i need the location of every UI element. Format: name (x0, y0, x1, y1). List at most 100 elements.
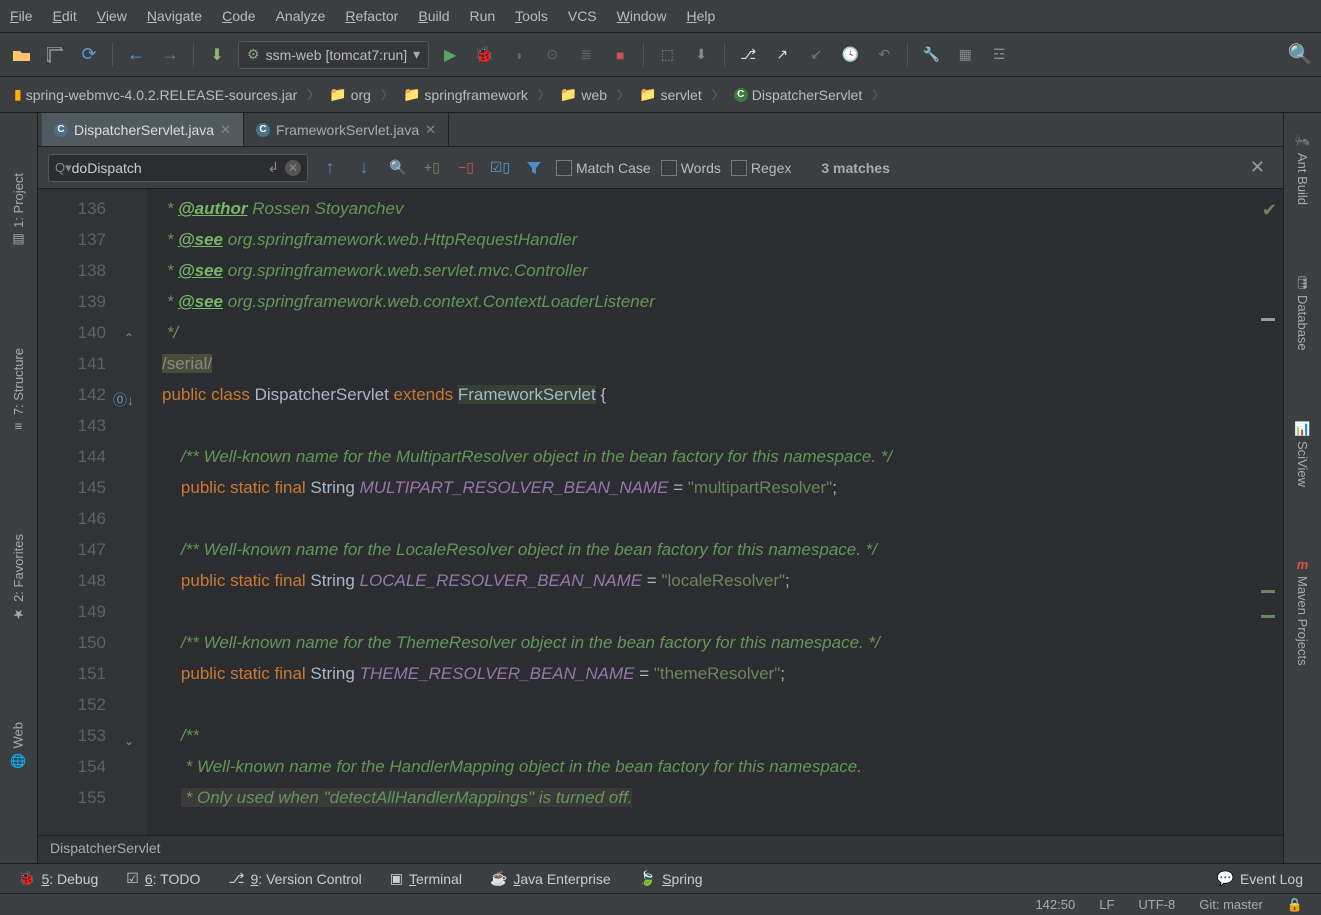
find-input-wrap[interactable]: Q▾ ↲ ✕ (48, 154, 308, 182)
error-stripe[interactable] (1261, 189, 1275, 835)
navigation-breadcrumb: ▮spring-webmvc-4.0.2.RELEASE-sources.jar… (0, 77, 1321, 113)
select-all-icon[interactable]: ☑▯ (488, 156, 512, 180)
find-all-icon[interactable]: 🔍 (386, 156, 410, 180)
words-checkbox[interactable]: Words (661, 160, 721, 176)
override-icon[interactable]: ⓪↓ (113, 385, 134, 416)
run-icon[interactable]: ▶ (437, 42, 463, 68)
menu-file[interactable]: File (10, 8, 33, 24)
next-match-icon[interactable]: ↓ (352, 156, 376, 180)
breadcrumb-bottom[interactable]: DispatcherServlet (38, 835, 1283, 863)
toolwindow-debug[interactable]: 🐞5: Debug (18, 870, 98, 887)
breadcrumb-item[interactable]: 📁web (554, 84, 613, 105)
prev-match-icon[interactable]: ↑ (318, 156, 342, 180)
menu-vcs[interactable]: VCS (568, 8, 597, 24)
forward-icon[interactable]: → (157, 42, 183, 68)
toolwindow-javaenterprise[interactable]: ☕Java Enterprise (490, 870, 611, 887)
sdk-icon[interactable]: ☲ (986, 42, 1012, 68)
menu-window[interactable]: Window (617, 8, 667, 24)
menu-view[interactable]: View (97, 8, 127, 24)
right-toolwindow-bar: 🐜 Ant Build 🛢 Database 📊 SciView m Maven Pr… (1283, 113, 1321, 863)
menu-bar: File Edit View Navigate Code Analyze Refactor B… (0, 0, 1321, 33)
caret-position[interactable]: 142:50 (1035, 897, 1075, 912)
menu-tools[interactable]: Tools (515, 8, 548, 24)
breadcrumb-item[interactable]: 📁servlet (633, 84, 708, 105)
toolwindow-versioncontrol[interactable]: ⎇9: Version Control (228, 870, 361, 887)
menu-build[interactable]: Build (418, 8, 449, 24)
toolwindow-sciview[interactable]: 📊 SciView (1294, 421, 1310, 487)
filter-icon[interactable] (522, 156, 546, 180)
toolwindow-project[interactable]: ▤ 1: Project (11, 173, 26, 248)
toolwindow-spring[interactable]: 🍃Spring (639, 870, 703, 887)
code-view[interactable]: 136137138139140⌃141142⓪↓1431441451461471… (38, 189, 1283, 835)
lock-icon[interactable]: 🔒 (1287, 897, 1303, 913)
stop-icon[interactable]: ■ (607, 42, 633, 68)
menu-navigate[interactable]: Navigate (147, 8, 202, 24)
search-icon: Q▾ (55, 160, 72, 176)
vcs-icon: ⎇ (228, 870, 244, 887)
close-find-icon[interactable]: ✕ (1242, 157, 1273, 178)
debug-icon[interactable]: 🐞 (471, 42, 497, 68)
vcs-commit-icon[interactable]: ⬇ (688, 42, 714, 68)
profile-icon[interactable]: ⊙ (539, 42, 565, 68)
vcs-push-icon[interactable]: ↗ (769, 42, 795, 68)
attach-icon[interactable]: ≣ (573, 42, 599, 68)
editor-tab[interactable]: CDispatcherServlet.java✕ (42, 113, 244, 146)
encoding[interactable]: UTF-8 (1138, 897, 1175, 912)
line-sep[interactable]: LF (1099, 897, 1114, 912)
open-icon[interactable] (8, 42, 34, 68)
breadcrumb-item[interactable]: CDispatcherServlet (728, 85, 869, 105)
fold-start-icon[interactable]: ⌄ (124, 726, 134, 757)
editor-tab[interactable]: CFrameworkServlet.java✕ (244, 113, 449, 146)
breadcrumb-item[interactable]: 📁org (323, 84, 377, 105)
match-case-checkbox[interactable]: Match Case (556, 160, 651, 176)
class-icon: C (734, 88, 748, 102)
close-tab-icon[interactable]: ✕ (220, 122, 231, 138)
toolwindow-web[interactable]: 🌐 Web (10, 722, 26, 769)
menu-code[interactable]: Code (222, 8, 255, 24)
toolwindow-antbuild[interactable]: 🐜 Ant Build (1294, 133, 1310, 205)
save-all-icon[interactable] (42, 42, 68, 68)
fold-end-icon[interactable]: ⌃ (124, 323, 134, 354)
vcs-pull-icon[interactable]: ↙ (803, 42, 829, 68)
menu-analyze[interactable]: Analyze (276, 8, 326, 24)
toolwindow-database[interactable]: 🛢 Database (1294, 275, 1311, 351)
menu-help[interactable]: Help (686, 8, 715, 24)
toolwindow-structure[interactable]: ≡ 7: Structure (11, 348, 26, 434)
event-log[interactable]: 💬Event Log (1217, 870, 1304, 887)
branch-icon[interactable]: ⎇ (735, 42, 761, 68)
add-selection-icon[interactable]: +▯ (420, 156, 444, 180)
revert-icon[interactable]: ↶ (871, 42, 897, 68)
back-icon[interactable]: ← (123, 42, 149, 68)
breadcrumb-item[interactable]: ▮spring-webmvc-4.0.2.RELEASE-sources.jar (8, 84, 303, 105)
sync-icon[interactable]: ⟳ (76, 42, 102, 68)
search-everywhere-icon[interactable]: 🔍 (1287, 42, 1313, 68)
todo-icon: ☑ (126, 870, 139, 887)
run-config-combo[interactable]: ⚙ ssm-web [tomcat7:run] ▾ (238, 41, 429, 69)
build-icon[interactable]: ⬇ (204, 42, 230, 68)
code-lines[interactable]: * @author Rossen Stoyanchev * @see org.s… (146, 189, 1283, 835)
toolwindow-todo[interactable]: ☑6: TODO (126, 870, 200, 887)
spring-icon: 🍃 (639, 870, 656, 887)
regex-checkbox[interactable]: Regex (731, 160, 791, 176)
main-toolbar: ⟳ ← → ⬇ ⚙ ssm-web [tomcat7:run] ▾ ▶ 🐞 ◑ … (0, 33, 1321, 77)
history-icon[interactable]: 🕓 (837, 42, 863, 68)
toolwindow-terminal[interactable]: ▣Terminal (390, 870, 462, 887)
breadcrumb-item[interactable]: 📁springframework (397, 84, 534, 105)
gutter[interactable]: 136137138139140⌃141142⓪↓1431441451461471… (38, 189, 146, 835)
toolwindow-mavenprojects[interactable]: m Maven Projects (1295, 557, 1310, 666)
structure-icon[interactable]: ▦ (952, 42, 978, 68)
menu-run[interactable]: Run (469, 8, 495, 24)
menu-edit[interactable]: Edit (53, 8, 77, 24)
coverage-icon[interactable]: ◑ (505, 42, 531, 68)
enter-icon[interactable]: ↲ (267, 159, 279, 176)
git-branch[interactable]: Git: master (1199, 897, 1263, 912)
toolwindow-favorites[interactable]: ★ 2: Favorites (11, 534, 26, 622)
close-tab-icon[interactable]: ✕ (425, 122, 436, 138)
menu-refactor[interactable]: Refactor (345, 8, 398, 24)
find-input[interactable] (72, 160, 268, 176)
vcs-update-icon[interactable]: ⬚ (654, 42, 680, 68)
remove-selection-icon[interactable]: −▯ (454, 156, 478, 180)
clear-icon[interactable]: ✕ (285, 160, 301, 176)
match-count: 3 matches (821, 160, 889, 176)
settings-icon[interactable]: 🔧 (918, 42, 944, 68)
